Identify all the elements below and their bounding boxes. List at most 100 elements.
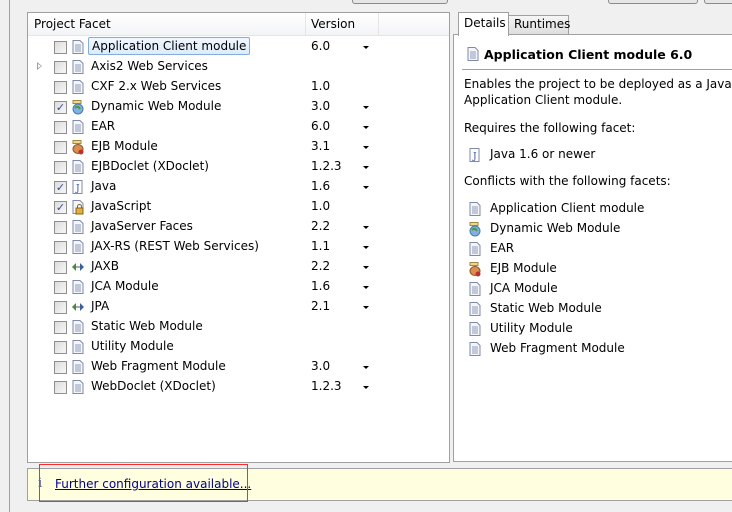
facet-name: Static Web Module: [91, 319, 203, 333]
facet-name: JAXB: [91, 259, 119, 273]
version-dropdown-icon[interactable]: [363, 106, 369, 109]
facet-version[interactable]: 2.2: [311, 259, 330, 273]
page-icon: [71, 340, 85, 355]
page-icon: [71, 360, 85, 375]
version-dropdown-icon[interactable]: [363, 186, 369, 189]
table-row[interactable]: JAXB 2.2: [28, 257, 449, 277]
facet-name: WebDoclet (XDoclet): [91, 379, 216, 393]
facet-checkbox[interactable]: [54, 301, 67, 314]
version-dropdown-icon[interactable]: [363, 146, 369, 149]
page-icon: [468, 242, 481, 256]
facet-checkbox[interactable]: [54, 61, 67, 74]
facet-version[interactable]: 6.0: [311, 39, 330, 53]
facet-name: EJB Module: [91, 139, 158, 153]
table-row[interactable]: JavaServer Faces 2.2: [28, 217, 449, 237]
page-icon: [71, 240, 85, 255]
table-row[interactable]: JAX-RS (REST Web Services) 1.1: [28, 237, 449, 257]
version-dropdown-icon[interactable]: [363, 226, 369, 229]
facet-version[interactable]: 1.2.3: [311, 159, 342, 173]
facet-checkbox[interactable]: [54, 241, 67, 254]
version-dropdown-icon[interactable]: [363, 126, 369, 129]
table-row[interactable]: CXF 2.x Web Services 1.0: [28, 77, 449, 97]
facet-version[interactable]: 3.0: [311, 359, 330, 373]
facet-name: CXF 2.x Web Services: [91, 79, 222, 93]
table-row[interactable]: Static Web Module: [28, 317, 449, 337]
table-row[interactable]: JCA Module 1.6: [28, 277, 449, 297]
page-icon: [71, 380, 85, 395]
table-row[interactable]: EJB Module 3.1: [28, 137, 449, 157]
facet-name: Utility Module: [91, 339, 174, 353]
facet-version[interactable]: 6.0: [311, 119, 330, 133]
facet-checkbox[interactable]: [54, 321, 67, 334]
facet-name: Java: [91, 179, 117, 193]
table-row[interactable]: ✓ J Java 1.6: [28, 177, 449, 197]
svg-text:J: J: [472, 152, 477, 162]
facet-name: Application Client module: [88, 37, 251, 55]
page-icon: [71, 60, 85, 75]
table-row[interactable]: ✓ JavaScript 1.0: [28, 197, 449, 217]
facet-checkbox[interactable]: ✓: [54, 201, 67, 214]
facet-version[interactable]: 1.6: [311, 179, 330, 193]
facet-list-item: EJB Module: [490, 261, 557, 275]
version-dropdown-icon[interactable]: [363, 46, 369, 49]
facet-checkbox[interactable]: [54, 221, 67, 234]
facet-list-item: Static Web Module: [490, 301, 602, 315]
facet-version[interactable]: 1.2.3: [311, 379, 342, 393]
facet-checkbox[interactable]: [54, 361, 67, 374]
version-dropdown-icon[interactable]: [363, 386, 369, 389]
top-button-2[interactable]: [608, 0, 698, 4]
facet-checkbox[interactable]: [54, 381, 67, 394]
facet-checkbox[interactable]: [54, 341, 67, 354]
page-icon: [71, 160, 85, 175]
table-row[interactable]: Application Client module 6.0: [28, 37, 449, 57]
table-row[interactable]: Web Fragment Module 3.0: [28, 357, 449, 377]
facet-version[interactable]: 1.1: [311, 239, 330, 253]
facet-checkbox[interactable]: ✓: [54, 181, 67, 194]
facet-checkbox[interactable]: [54, 41, 67, 54]
facet-version[interactable]: 2.1: [311, 299, 330, 313]
globe-icon: [71, 100, 85, 115]
description-line: Enables the project to be deployed as a …: [464, 77, 732, 91]
version-dropdown-icon[interactable]: [363, 286, 369, 289]
lock-page-icon: [71, 200, 85, 215]
tab-details[interactable]: Details: [458, 12, 509, 36]
facet-name: EJBDoclet (XDoclet): [91, 159, 209, 173]
facet-version[interactable]: 2.2: [311, 219, 330, 233]
tab-runtimes[interactable]: Runtimes: [508, 15, 570, 35]
table-row[interactable]: EJBDoclet (XDoclet) 1.2.3: [28, 157, 449, 177]
version-dropdown-icon[interactable]: [363, 166, 369, 169]
table-row[interactable]: WebDoclet (XDoclet) 1.2.3: [28, 377, 449, 397]
version-dropdown-icon[interactable]: [363, 246, 369, 249]
facet-checkbox[interactable]: [54, 141, 67, 154]
table-row[interactable]: Utility Module: [28, 337, 449, 357]
column-header-facet[interactable]: Project Facet: [34, 17, 111, 31]
facet-version[interactable]: 1.6: [311, 279, 330, 293]
facet-checkbox[interactable]: [54, 281, 67, 294]
bean-icon: [71, 140, 85, 155]
expand-arrow-icon[interactable]: [37, 62, 42, 70]
facet-list-item: Utility Module: [490, 321, 573, 335]
facet-version[interactable]: 3.1: [311, 139, 330, 153]
requires-label: Requires the following facet:: [464, 121, 636, 135]
facet-checkbox[interactable]: [54, 81, 67, 94]
facet-list-item: Application Client module: [490, 201, 645, 215]
top-button-3[interactable]: [704, 0, 732, 4]
table-row[interactable]: JPA 2.1: [28, 297, 449, 317]
top-button-1[interactable]: [352, 0, 448, 4]
globe-icon: [468, 222, 481, 237]
column-header-version[interactable]: Version: [311, 17, 355, 31]
facet-checkbox[interactable]: [54, 121, 67, 134]
table-row[interactable]: EAR 6.0: [28, 117, 449, 137]
facet-version[interactable]: 3.0: [311, 99, 330, 113]
table-row[interactable]: Axis2 Web Services: [28, 57, 449, 77]
facet-checkbox[interactable]: [54, 261, 67, 274]
page-icon: [71, 220, 85, 235]
version-dropdown-icon[interactable]: [363, 306, 369, 309]
facet-checkbox[interactable]: ✓: [54, 101, 67, 114]
version-dropdown-icon[interactable]: [363, 366, 369, 369]
facet-checkbox[interactable]: [54, 161, 67, 174]
window-border: [9, 0, 10, 512]
table-row[interactable]: ✓ Dynamic Web Module 3.0: [28, 97, 449, 117]
java-icon: J: [468, 148, 481, 162]
version-dropdown-icon[interactable]: [363, 266, 369, 269]
